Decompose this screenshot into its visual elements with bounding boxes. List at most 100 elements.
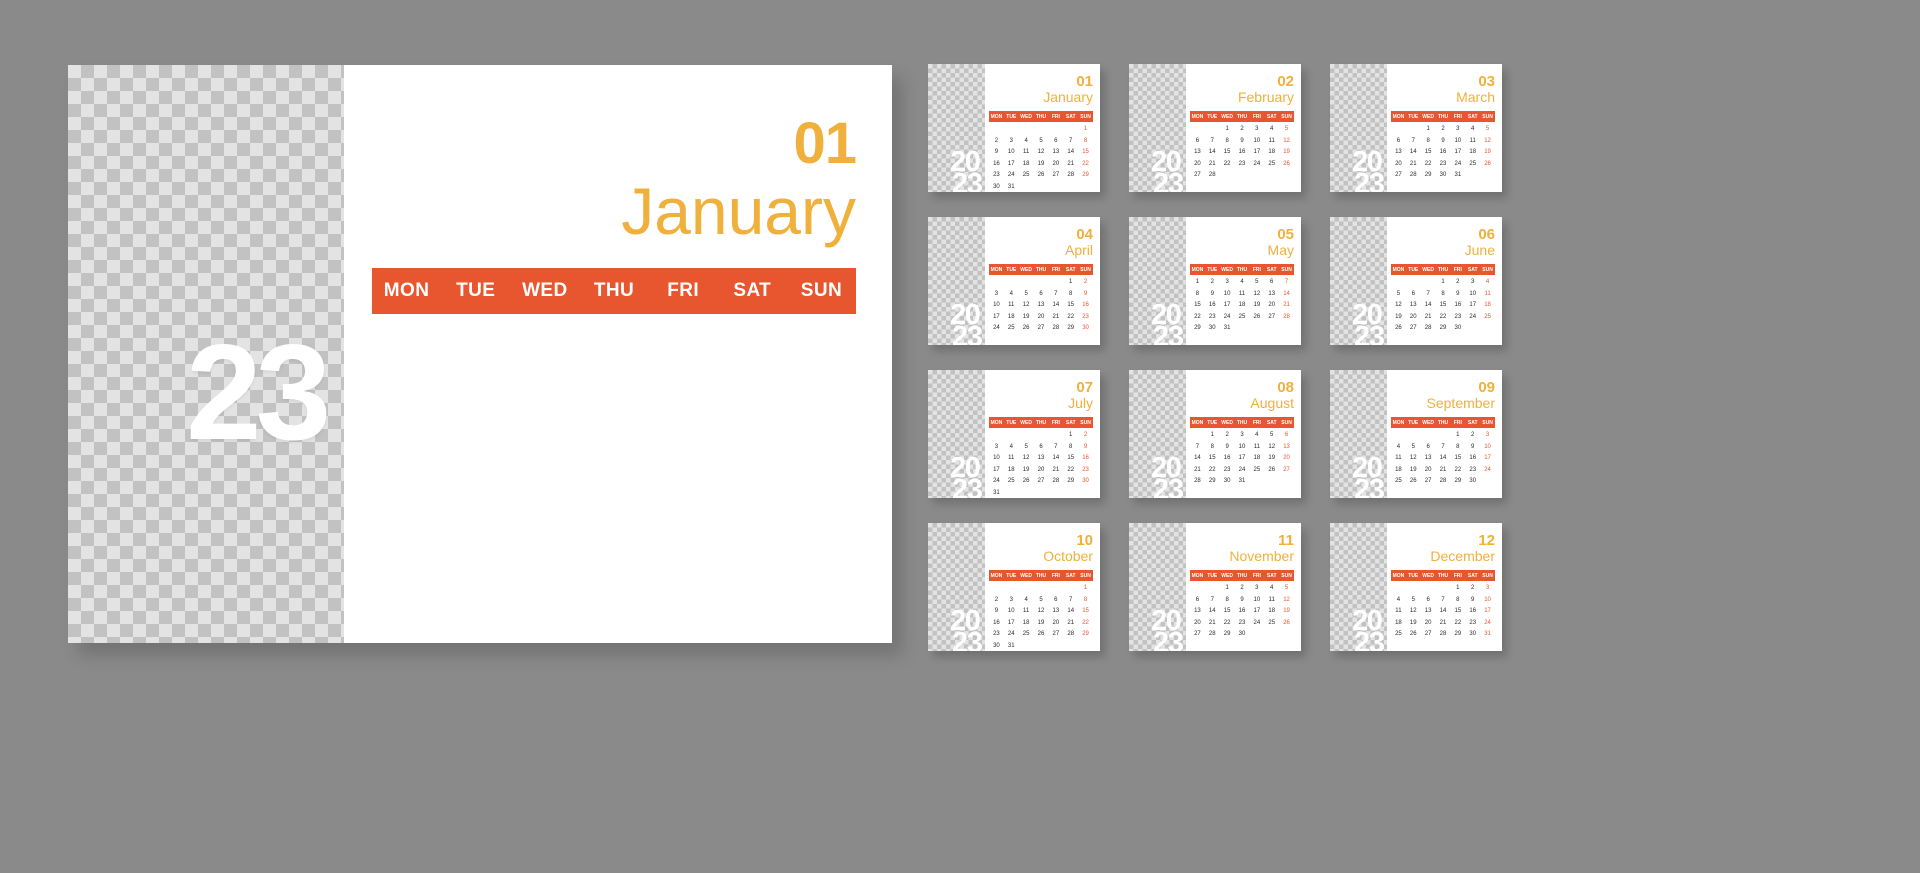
thumbnail-day-cell[interactable]: 1 [1450, 582, 1465, 594]
thumbnail-day-cell[interactable]: 20 [1048, 617, 1063, 629]
thumbnail-day-cell[interactable]: 22 [1450, 464, 1465, 476]
thumbnail-day-cell[interactable]: 27 [1034, 322, 1049, 334]
thumbnail-day-cell[interactable]: 4 [1391, 441, 1406, 453]
thumbnail-date-grid[interactable]: 1 2 3 4 5 6 7 8 9 10 11 12 13 14 15 16 17 18 19 20 21 22 23 24 2… [1190, 582, 1294, 640]
thumbnail-day-cell[interactable]: 19 [1406, 464, 1421, 476]
thumbnail-day-cell[interactable]: 1 [1421, 123, 1436, 135]
thumbnail-day-cell[interactable]: 10 [1004, 605, 1019, 617]
thumbnail-day-cell[interactable]: 2 [989, 594, 1004, 606]
thumbnail-day-cell[interactable]: 7 [1190, 441, 1205, 453]
thumbnail-day-cell[interactable]: 18 [1480, 299, 1495, 311]
thumbnail-day-cell[interactable]: 24 [1450, 158, 1465, 170]
thumbnail-day-cell[interactable]: 8 [1190, 288, 1205, 300]
thumbnail-day-cell[interactable]: 3 [989, 441, 1004, 453]
month-thumbnail-december[interactable]: 20 23 12 December MON TUE WED THU FRI SAT SUN 1 2 3 4 5… [1330, 523, 1502, 651]
thumbnail-day-cell[interactable]: 18 [1019, 617, 1034, 629]
thumbnail-day-cell[interactable]: 27 [1190, 628, 1205, 640]
thumbnail-day-cell[interactable]: 10 [1249, 594, 1264, 606]
thumbnail-day-cell[interactable]: 28 [1205, 169, 1220, 181]
thumbnail-day-cell[interactable]: 3 [1249, 123, 1264, 135]
thumbnail-day-cell[interactable]: 16 [1436, 146, 1451, 158]
thumbnail-day-cell[interactable]: 5 [1391, 288, 1406, 300]
thumbnail-date-grid[interactable]: 1 2 3 4 5 6 7 8 9 10 11 12 13 14 15 16 17 18 19 20 21 22 23 24 2… [989, 582, 1093, 651]
thumbnail-day-cell[interactable]: 12 [1019, 452, 1034, 464]
thumbnail-day-cell[interactable]: 22 [1450, 617, 1465, 629]
thumbnail-day-cell[interactable]: 18 [1004, 464, 1019, 476]
thumbnail-day-cell[interactable]: 26 [1034, 169, 1049, 181]
thumbnail-day-cell[interactable]: 17 [1450, 146, 1465, 158]
thumbnail-day-cell[interactable]: 30 [1205, 322, 1220, 334]
thumbnail-day-cell[interactable]: 6 [1421, 441, 1436, 453]
thumbnail-day-cell[interactable]: 2 [1235, 582, 1250, 594]
thumbnail-day-cell[interactable]: 8 [1063, 288, 1078, 300]
thumbnail-day-cell[interactable]: 1 [1450, 429, 1465, 441]
thumbnail-day-cell[interactable]: 7 [1436, 594, 1451, 606]
thumbnail-day-cell[interactable]: 2 [989, 135, 1004, 147]
thumbnail-day-cell[interactable]: 24 [1235, 464, 1250, 476]
thumbnail-day-cell[interactable]: 3 [989, 288, 1004, 300]
thumbnail-day-cell[interactable]: 1 [1205, 429, 1220, 441]
thumbnail-day-cell[interactable]: 18 [1249, 452, 1264, 464]
thumbnail-day-cell[interactable]: 4 [1004, 288, 1019, 300]
thumbnail-day-cell[interactable]: 20 [1421, 617, 1436, 629]
thumbnail-day-cell[interactable]: 17 [1249, 605, 1264, 617]
thumbnail-day-cell[interactable]: 29 [1190, 322, 1205, 334]
thumbnail-day-cell[interactable]: 15 [1220, 146, 1235, 158]
thumbnail-day-cell[interactable]: 9 [1235, 594, 1250, 606]
thumbnail-day-cell[interactable]: 25 [1264, 617, 1279, 629]
thumbnail-day-cell[interactable]: 15 [1205, 452, 1220, 464]
thumbnail-day-cell[interactable]: 6 [1034, 441, 1049, 453]
thumbnail-day-cell[interactable]: 10 [1249, 135, 1264, 147]
thumbnail-day-cell[interactable]: 13 [1048, 146, 1063, 158]
thumbnail-day-cell[interactable]: 2 [1465, 429, 1480, 441]
thumbnail-day-cell[interactable]: 28 [1063, 628, 1078, 640]
thumbnail-date-grid[interactable]: 1 2 3 4 5 6 7 8 9 10 11 12 13 14 15 16 17 18 19 20 21 22 23 24 2… [1391, 276, 1495, 334]
thumbnail-day-cell[interactable]: 30 [989, 640, 1004, 652]
thumbnail-day-cell[interactable]: 23 [1220, 464, 1235, 476]
thumbnail-day-cell[interactable]: 4 [1264, 582, 1279, 594]
thumbnail-day-cell[interactable]: 23 [1078, 311, 1093, 323]
thumbnail-day-cell[interactable]: 27 [1391, 169, 1406, 181]
thumbnail-day-cell[interactable]: 29 [1063, 322, 1078, 334]
thumbnail-photo-placeholder[interactable]: 20 23 [928, 523, 985, 651]
thumbnail-date-grid[interactable]: 1 2 3 4 5 6 7 8 9 10 11 12 13 14 15 16 17 18 19 20 21 22 23 24 2… [1391, 582, 1495, 640]
thumbnail-day-cell[interactable]: 12 [1034, 146, 1049, 158]
thumbnail-day-cell[interactable]: 7 [1205, 594, 1220, 606]
thumbnail-day-cell[interactable]: 6 [1279, 429, 1294, 441]
thumbnail-day-cell[interactable]: 28 [1205, 628, 1220, 640]
thumbnail-day-cell[interactable]: 2 [1078, 429, 1093, 441]
thumbnail-day-cell[interactable]: 6 [1264, 276, 1279, 288]
thumbnail-day-cell[interactable]: 15 [1450, 452, 1465, 464]
thumbnail-day-cell[interactable]: 6 [1034, 288, 1049, 300]
thumbnail-photo-placeholder[interactable]: 20 23 [1330, 523, 1387, 651]
thumbnail-day-cell[interactable]: 16 [989, 617, 1004, 629]
thumbnail-day-cell[interactable]: 9 [1436, 135, 1451, 147]
thumbnail-day-cell[interactable]: 14 [1063, 146, 1078, 158]
thumbnail-day-cell[interactable]: 17 [1220, 299, 1235, 311]
thumbnail-day-cell[interactable]: 14 [1436, 452, 1451, 464]
thumbnail-day-cell[interactable]: 27 [1421, 628, 1436, 640]
thumbnail-day-cell[interactable]: 13 [1190, 146, 1205, 158]
thumbnail-day-cell[interactable]: 7 [1063, 594, 1078, 606]
thumbnail-day-cell[interactable]: 6 [1190, 594, 1205, 606]
thumbnail-day-cell[interactable]: 26 [1406, 475, 1421, 487]
thumbnail-day-cell[interactable]: 24 [1480, 464, 1495, 476]
thumbnail-day-cell[interactable]: 10 [1480, 441, 1495, 453]
thumbnail-day-cell[interactable]: 8 [1450, 594, 1465, 606]
thumbnail-day-cell[interactable]: 22 [1190, 311, 1205, 323]
thumbnail-day-cell[interactable]: 2 [1205, 276, 1220, 288]
thumbnail-day-cell[interactable]: 8 [1421, 135, 1436, 147]
thumbnail-day-cell[interactable]: 28 [1048, 322, 1063, 334]
thumbnail-day-cell[interactable]: 1 [1220, 123, 1235, 135]
thumbnail-day-cell[interactable]: 5 [1264, 429, 1279, 441]
thumbnail-day-cell[interactable]: 30 [1220, 475, 1235, 487]
thumbnail-day-cell[interactable]: 12 [1279, 135, 1294, 147]
thumbnail-day-cell[interactable]: 3 [1004, 594, 1019, 606]
thumbnail-day-cell[interactable]: 1 [1063, 276, 1078, 288]
thumbnail-day-cell[interactable]: 8 [1078, 594, 1093, 606]
thumbnail-day-cell[interactable]: 2 [1450, 276, 1465, 288]
thumbnail-date-grid[interactable]: 1 2 3 4 5 6 7 8 9 10 11 12 13 14 15 16 17 18 19 20 21 22 23 24 2… [1391, 123, 1495, 181]
thumbnail-day-cell[interactable]: 10 [989, 452, 1004, 464]
thumbnail-day-cell[interactable]: 13 [1034, 299, 1049, 311]
thumbnail-day-cell[interactable]: 25 [1391, 475, 1406, 487]
